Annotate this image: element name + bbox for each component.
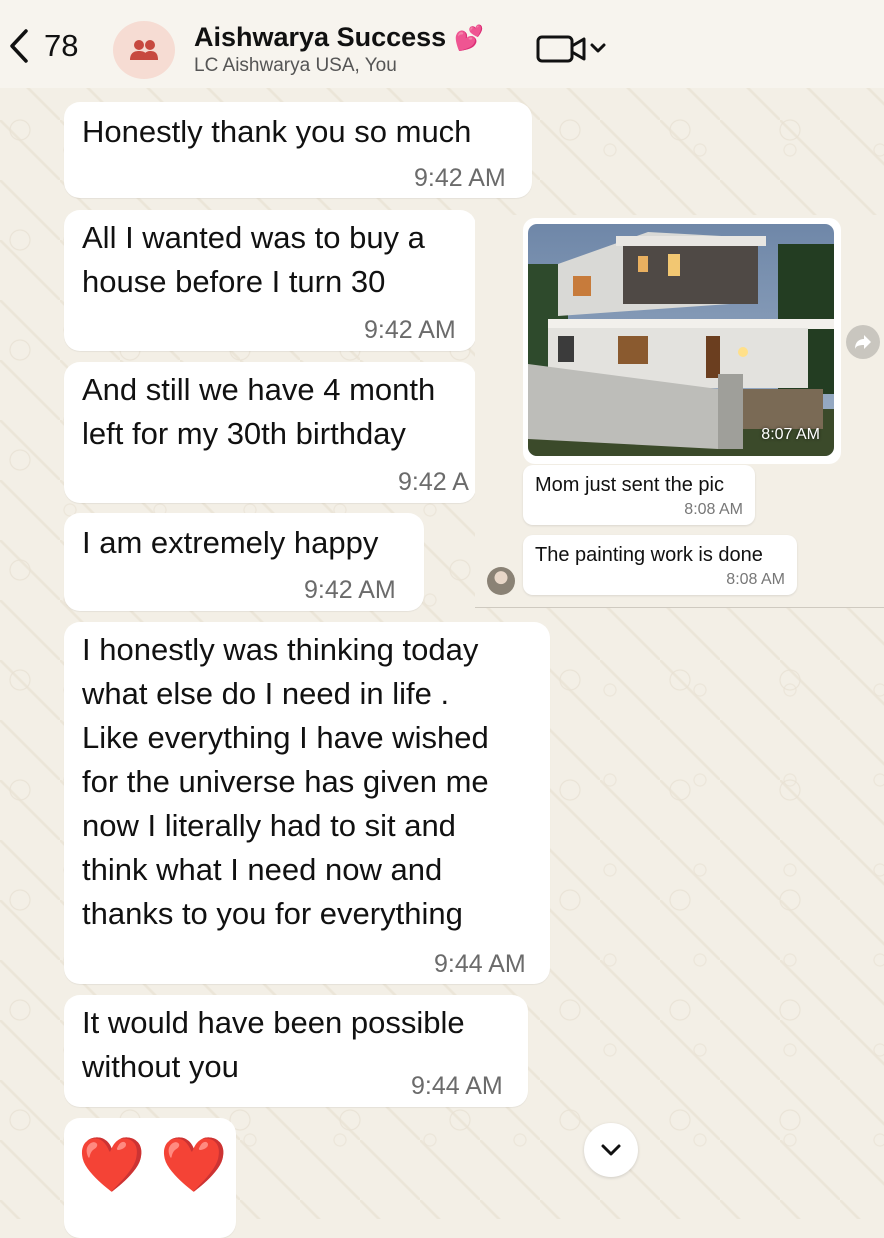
- message-text: It would have been possible without you: [82, 1005, 465, 1084]
- photo-message[interactable]: 8:07 AM: [523, 218, 841, 464]
- message-bubble[interactable]: And still we have 4 month left for my 30…: [64, 362, 476, 503]
- chat-title[interactable]: Aishwarya Success 💕: [194, 22, 484, 53]
- message-time: 9:42 A: [398, 468, 469, 496]
- message-text: And still we have 4 month left for my 30…: [82, 372, 436, 451]
- chevron-left-icon[interactable]: [6, 28, 32, 64]
- message-text: All I wanted was to buy a house before I…: [82, 220, 425, 299]
- house-photo[interactable]: 8:07 AM: [528, 224, 834, 456]
- reply-time: 8:08 AM: [726, 571, 785, 588]
- forward-arrow-icon: [855, 335, 871, 349]
- reply-text: Mom just sent the pic: [535, 474, 724, 496]
- embedded-screenshot: 8:07 AM Mom just sent the pic 8:08 AM Th…: [475, 215, 884, 608]
- message-bubble[interactable]: It would have been possible without you …: [64, 995, 528, 1107]
- chat-participants[interactable]: LC Aishwarya USA, You: [194, 55, 397, 77]
- message-bubble[interactable]: I am extremely happy 9:42 AM: [64, 513, 424, 611]
- photo-time: 8:07 AM: [761, 426, 820, 443]
- message-text: Honestly thank you so much: [82, 114, 472, 149]
- hearts-message: ❤️ ❤️: [78, 1135, 228, 1195]
- chat-header: 78 Aishwarya Success 💕 LC Aishwarya USA, …: [0, 0, 884, 88]
- message-text: I am extremely happy: [82, 525, 379, 560]
- reply-bubble[interactable]: The painting work is done 8:08 AM: [523, 535, 797, 595]
- message-time: 9:42 AM: [304, 576, 396, 604]
- house-image: [528, 224, 834, 456]
- reply-time: 8:08 AM: [684, 501, 743, 518]
- message-time: 9:42 AM: [364, 316, 456, 344]
- forward-button[interactable]: [846, 325, 880, 359]
- scroll-to-bottom-button[interactable]: [584, 1123, 638, 1177]
- unread-count[interactable]: 78: [44, 28, 78, 64]
- reply-bubble[interactable]: Mom just sent the pic 8:08 AM: [523, 465, 755, 525]
- hearts-emoji: 💕: [454, 25, 485, 52]
- reply-text: The painting work is done: [535, 544, 763, 566]
- group-avatar[interactable]: [113, 21, 175, 79]
- message-text: I honestly was thinking today what else …: [82, 632, 489, 931]
- sender-avatar[interactable]: [487, 567, 515, 595]
- group-people-icon: [130, 40, 158, 60]
- chevron-down-icon: [601, 1144, 621, 1156]
- video-call-icon[interactable]: [536, 33, 610, 65]
- message-time: 9:44 AM: [434, 950, 526, 978]
- message-time: 9:44 AM: [411, 1072, 503, 1100]
- message-bubble[interactable]: ❤️ ❤️: [64, 1118, 236, 1238]
- message-time: 9:42 AM: [414, 164, 506, 192]
- message-bubble[interactable]: I honestly was thinking today what else …: [64, 622, 550, 984]
- message-bubble[interactable]: Honestly thank you so much 9:42 AM: [64, 102, 532, 198]
- message-bubble[interactable]: All I wanted was to buy a house before I…: [64, 210, 476, 351]
- chat-title-text: Aishwarya Success: [194, 22, 447, 52]
